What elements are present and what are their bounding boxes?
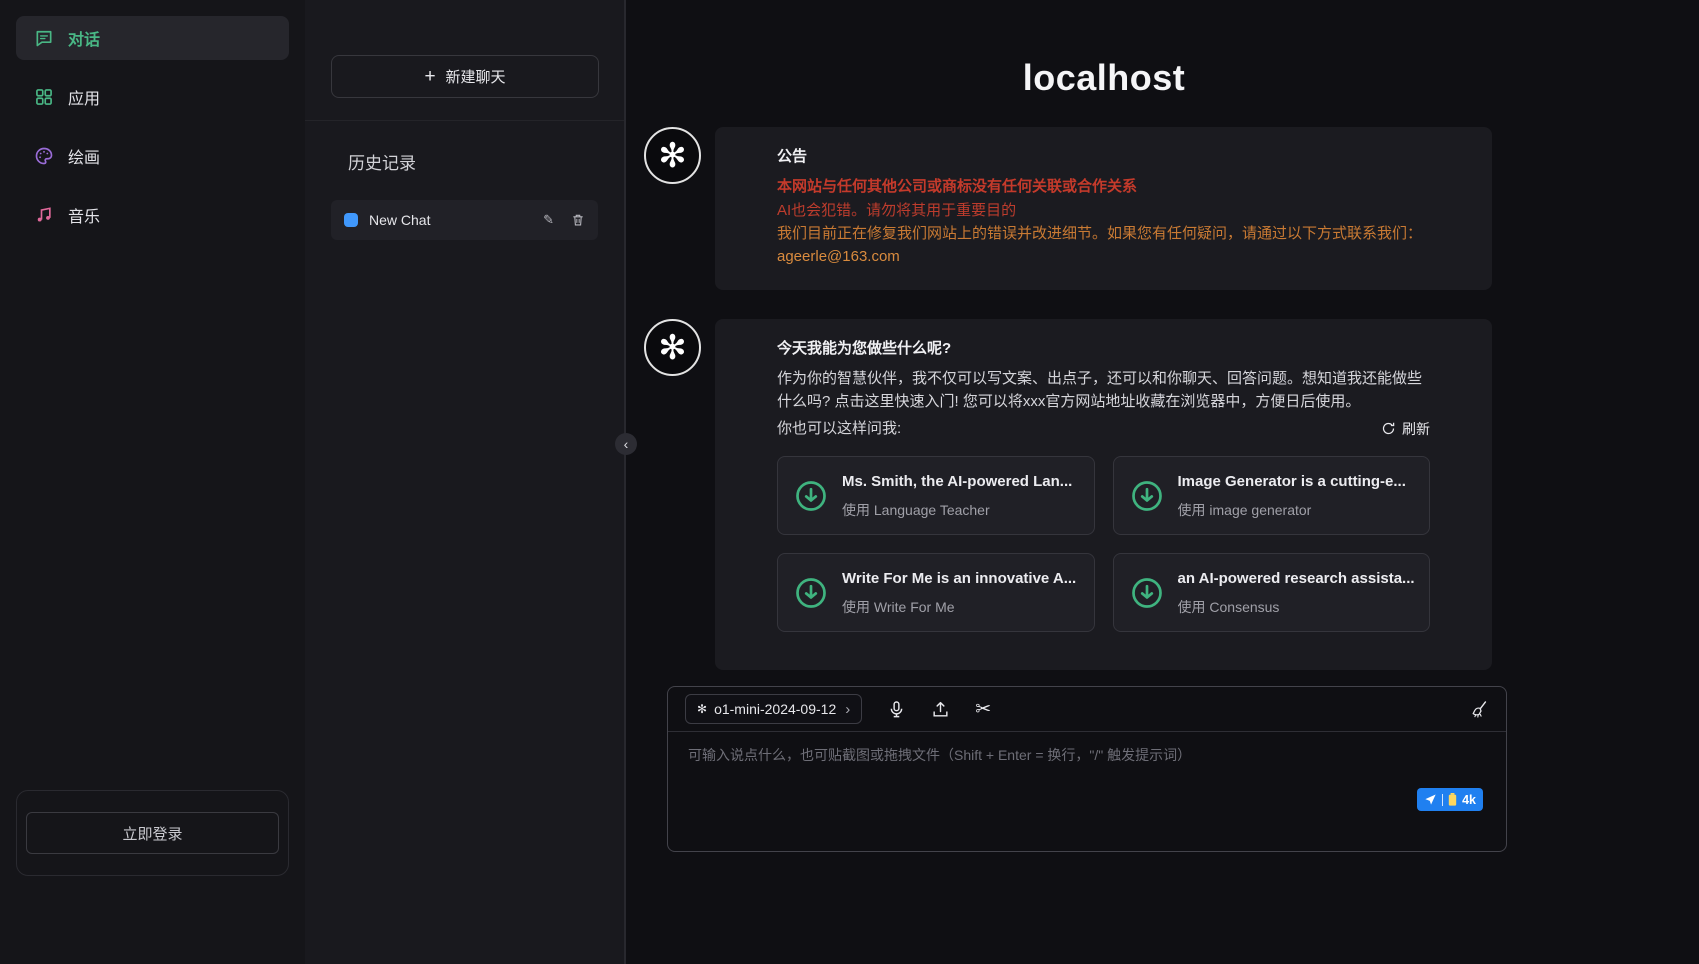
chevron-right-icon: ›	[845, 701, 850, 718]
clear-context-broom-button[interactable]	[1470, 700, 1489, 719]
palette-icon	[34, 146, 54, 166]
send-plane-icon	[1424, 793, 1437, 806]
sidebar-item-label: 应用	[68, 85, 100, 109]
suggestion-text: Image Generator is a cutting-e... 使用 ima…	[1178, 470, 1406, 521]
gpt-circle-arrow-icon	[793, 575, 829, 611]
gpt-circle-arrow-icon	[1129, 478, 1165, 514]
suggestion-title: Image Generator is a cutting-e...	[1178, 470, 1406, 493]
gpt-circle-arrow-icon	[1129, 575, 1165, 611]
new-chat-button[interactable]: + 新建聊天	[331, 55, 599, 98]
app-window: 对话 应用 绘画 音乐 立即登录 + 新建聊天	[0, 0, 1699, 964]
announcement-bubble: 公告 本网站与任何其他公司或商标没有任何关联或合作关系 AI也会犯错。请勿将其用…	[715, 127, 1492, 290]
page-title: localhost	[644, 57, 1564, 99]
contact-email-link[interactable]: ageerle@163.com	[777, 245, 1430, 268]
announcement-line-3: 我们目前正在修复我们网站上的错误并改进细节。如果您有任何疑问，请通过以下方式联系…	[777, 222, 1430, 245]
sidebar-item-chat[interactable]: 对话	[16, 16, 289, 60]
message-list: ✻ 公告 本网站与任何其他公司或商标没有任何关联或合作关系 AI也会犯错。请勿将…	[644, 127, 1492, 699]
suggestion-subtitle: 使用 Language Teacher	[842, 500, 1072, 522]
welcome-heading: 今天我能为您做些什么呢?	[777, 337, 1430, 360]
suggestion-title: Ms. Smith, the AI-powered Lan...	[842, 470, 1072, 493]
assistant-avatar: ✻	[644, 319, 701, 376]
suggestion-title: Write For Me is an innovative A...	[842, 567, 1076, 590]
sidebar-item-label: 对话	[68, 26, 100, 50]
microphone-button[interactable]	[887, 700, 906, 719]
message-announcement: ✻ 公告 本网站与任何其他公司或商标没有任何关联或合作关系 AI也会犯错。请勿将…	[644, 127, 1492, 290]
sidebar-item-apps[interactable]: 应用	[16, 75, 289, 119]
suggestion-text: Ms. Smith, the AI-powered Lan... 使用 Lang…	[842, 470, 1072, 521]
chat-bullet-icon	[344, 213, 358, 227]
model-name: o1-mini-2024-09-12	[714, 701, 836, 717]
suggestion-card[interactable]: Image Generator is a cutting-e... 使用 ima…	[1113, 456, 1431, 535]
collapse-sidebar-button[interactable]: ‹	[615, 433, 637, 455]
gpt-circle-arrow-icon	[793, 478, 829, 514]
token-count: 4k	[1462, 793, 1476, 807]
send-token-badge[interactable]: 4k	[1417, 788, 1483, 811]
ask-hint: 你也可以这样问我:	[777, 417, 901, 440]
sidebar: 对话 应用 绘画 音乐 立即登录	[0, 0, 305, 964]
welcome-bubble: 今天我能为您做些什么呢? 作为你的智慧伙伴，我不仅可以写文案、出点子，还可以和你…	[715, 319, 1492, 670]
chat-bubble-icon	[34, 28, 54, 48]
chevron-left-icon: ‹	[624, 434, 629, 454]
hint-row: 你也可以这样问我: 刷新	[777, 417, 1430, 440]
model-selector[interactable]: ✻ o1-mini-2024-09-12 ›	[685, 694, 862, 724]
suggestion-grid: Ms. Smith, the AI-powered Lan... 使用 Lang…	[777, 456, 1430, 632]
sparkle-icon: ✻	[697, 702, 707, 716]
message-welcome: ✻ 今天我能为您做些什么呢? 作为你的智慧伙伴，我不仅可以写文案、出点子，还可以…	[644, 319, 1492, 670]
divider	[305, 120, 624, 121]
suggestion-card[interactable]: an AI-powered research assista... 使用 Con…	[1113, 553, 1431, 632]
scissors-button[interactable]: ✂	[975, 700, 991, 719]
history-title: 历史记录	[348, 149, 624, 174]
composer: ✻ o1-mini-2024-09-12 › ✂	[667, 686, 1507, 852]
message-input[interactable]	[688, 745, 1486, 817]
suggestion-title: an AI-powered research assista...	[1178, 567, 1415, 590]
sidebar-item-drawing[interactable]: 绘画	[16, 134, 289, 178]
chat-item-title: New Chat	[369, 212, 526, 228]
announcement-line-1: 本网站与任何其他公司或商标没有任何关联或合作关系	[777, 175, 1430, 198]
refresh-icon	[1381, 421, 1396, 436]
chat-history-item[interactable]: New Chat ✎	[331, 200, 598, 240]
suggestion-subtitle: 使用 Write For Me	[842, 597, 1076, 619]
battery-icon	[1448, 793, 1457, 806]
sidebar-item-label: 绘画	[68, 144, 100, 168]
assistant-avatar: ✻	[644, 127, 701, 184]
openai-logo-icon: ✻	[658, 139, 687, 173]
main-chat-area: ‹ localhost ✻ 公告 本网站与任何其他公司或商标没有任何关联或合作关…	[625, 0, 1699, 964]
music-note-icon	[34, 205, 54, 225]
refresh-suggestions-button[interactable]: 刷新	[1381, 419, 1430, 439]
edit-icon[interactable]: ✎	[543, 212, 554, 228]
login-button[interactable]: 立即登录	[26, 812, 279, 854]
suggestion-card[interactable]: Write For Me is an innovative A... 使用 Wr…	[777, 553, 1095, 632]
new-chat-label: 新建聊天	[446, 66, 506, 87]
announcement-heading: 公告	[777, 145, 1430, 168]
announcement-line-2: AI也会犯错。请勿将其用于重要目的	[777, 199, 1430, 222]
composer-input-area	[668, 732, 1506, 835]
welcome-body: 作为你的智慧伙伴，我不仅可以写文案、出点子，还可以和你聊天、回答问题。想知道我还…	[777, 367, 1430, 414]
suggestion-card[interactable]: Ms. Smith, the AI-powered Lan... 使用 Lang…	[777, 456, 1095, 535]
suggestion-subtitle: 使用 Consensus	[1178, 597, 1415, 619]
sidebar-item-music[interactable]: 音乐	[16, 193, 289, 237]
sidebar-item-label: 音乐	[68, 203, 100, 227]
refresh-label: 刷新	[1402, 419, 1430, 439]
suggestion-text: Write For Me is an innovative A... 使用 Wr…	[842, 567, 1076, 618]
upload-button[interactable]	[931, 700, 950, 719]
login-panel: 立即登录	[16, 790, 289, 876]
suggestion-subtitle: 使用 image generator	[1178, 500, 1406, 522]
plus-icon: +	[424, 67, 435, 86]
suggestion-text: an AI-powered research assista... 使用 Con…	[1178, 567, 1415, 618]
chat-history-panel: + 新建聊天 历史记录 New Chat ✎	[305, 0, 625, 964]
badge-divider	[1442, 794, 1444, 806]
trash-icon[interactable]	[571, 213, 585, 227]
apps-grid-icon	[34, 87, 54, 107]
composer-toolbar: ✻ o1-mini-2024-09-12 › ✂	[668, 687, 1506, 732]
openai-logo-icon: ✻	[658, 331, 687, 365]
